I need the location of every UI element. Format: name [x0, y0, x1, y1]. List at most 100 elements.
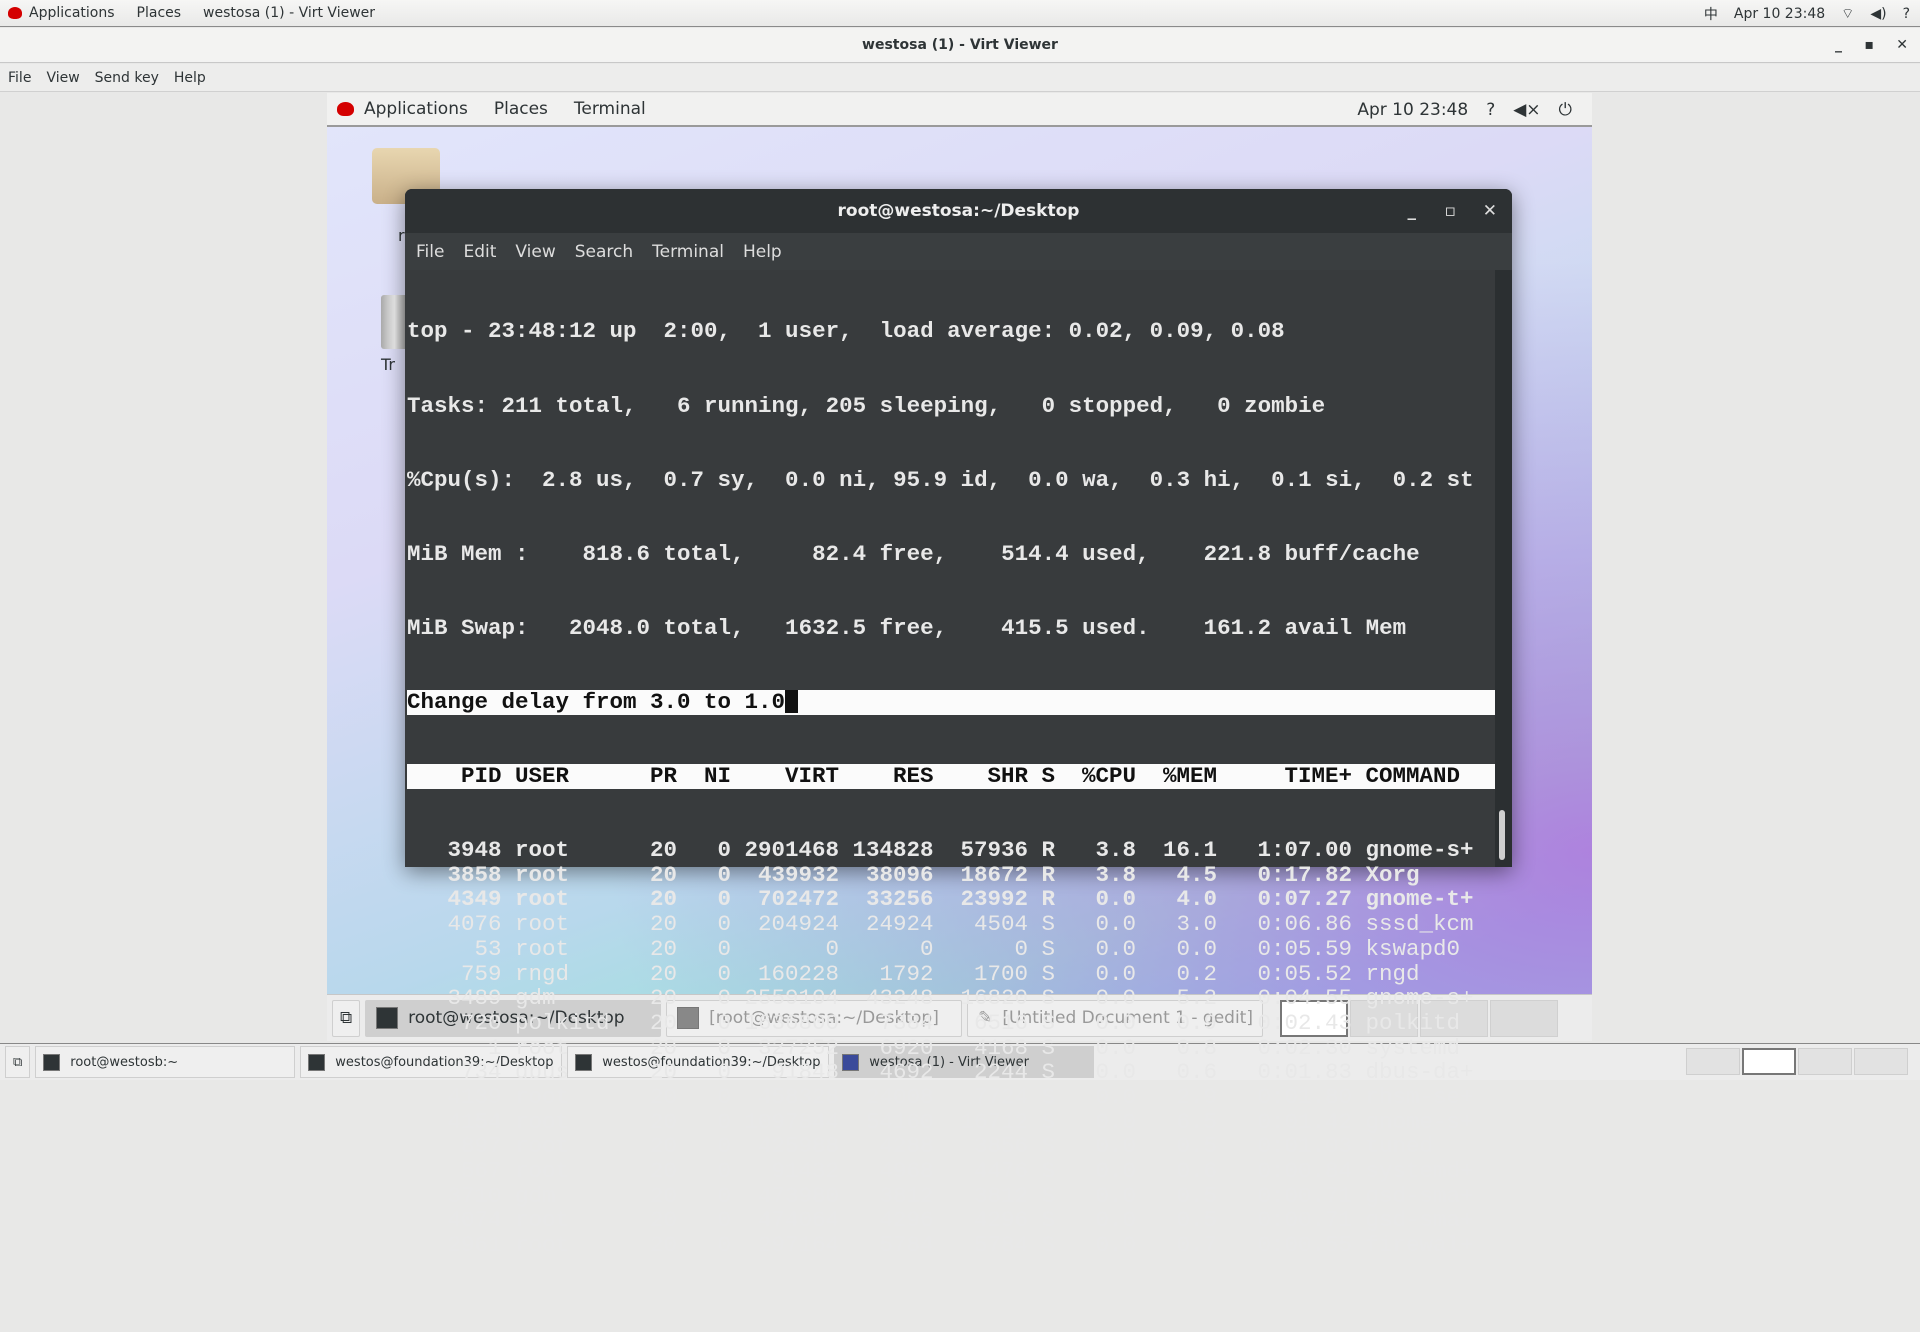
- terminal-menubar: File Edit View Search Terminal Help: [405, 233, 1512, 270]
- viewer-menu-view[interactable]: View: [46, 70, 79, 86]
- show-desktop-button[interactable]: ⧉: [332, 999, 361, 1037]
- workspace-2[interactable]: [1742, 1048, 1796, 1075]
- close-button[interactable]: ✕: [1483, 189, 1497, 233]
- close-button[interactable]: ✕: [1896, 28, 1908, 63]
- cell-res: 4968: [879, 1158, 934, 1184]
- cell-user: polkitd: [515, 1009, 610, 1036]
- host-places-menu[interactable]: Places: [137, 5, 182, 21]
- terminal-window[interactable]: root@westosa:~/Desktop _ ▫ ✕ File Edit V…: [405, 189, 1512, 1257]
- minimize-button[interactable]: _: [1408, 189, 1417, 233]
- workspace-4[interactable]: [1490, 999, 1559, 1037]
- network-unknown-icon[interactable]: ?: [1486, 100, 1495, 120]
- cell-shr: 4296: [974, 1207, 1029, 1234]
- minimize-button[interactable]: _: [1835, 28, 1842, 63]
- cell-pr: 20: [650, 1059, 678, 1086]
- viewer-menu-send-key[interactable]: Send key: [95, 70, 159, 86]
- cell-virt: 702472: [758, 886, 840, 913]
- cell-state: R: [1041, 861, 1056, 888]
- cell-cpu: 0.0: [1095, 1158, 1137, 1184]
- volume-icon[interactable]: ◀): [1870, 6, 1886, 22]
- process-row: 3489 gdm 20 0 2559104 43248 16820 S 0.0 5.2 0:04.5…: [407, 986, 1495, 1011]
- cell-res: 54160: [866, 1108, 934, 1135]
- workspace-3[interactable]: [1798, 1048, 1852, 1075]
- cell-time: 0:00.71: [1257, 1207, 1353, 1234]
- cell-state: S: [1041, 1009, 1056, 1036]
- cell-pr: 20: [650, 1133, 678, 1160]
- viewer-menu-file[interactable]: File: [8, 70, 31, 86]
- terminal-icon: [376, 1007, 399, 1029]
- cell-mem: 5.2: [1176, 985, 1218, 1012]
- cell-res: RES: [893, 762, 934, 789]
- scrollbar[interactable]: [1499, 810, 1505, 860]
- cell-time: 0:00.84: [1257, 1158, 1353, 1184]
- maximize-button[interactable]: ▪: [1865, 28, 1875, 63]
- guest-applications-menu[interactable]: Applications: [364, 99, 468, 119]
- terminal-output[interactable]: top - 23:48:12 up 2:00, 1 user, load ave…: [405, 270, 1505, 1257]
- cell-pid: 4154: [447, 1108, 502, 1135]
- terminal-title: root@westosa:~/Desktop: [837, 201, 1080, 221]
- viewer-menu-help[interactable]: Help: [174, 70, 206, 86]
- cell-pr: 20: [650, 935, 678, 962]
- workspace-4[interactable]: [1854, 1048, 1908, 1075]
- cell-pr: 20: [650, 960, 678, 987]
- cell-pid: 4074: [447, 1207, 502, 1234]
- host-active-window[interactable]: westosa (1) - Virt Viewer: [203, 5, 375, 21]
- host-applications-menu[interactable]: Applications: [29, 5, 115, 21]
- cell-user: root: [515, 1207, 570, 1234]
- terminal-titlebar[interactable]: root@westosa:~/Desktop _ ▫ ✕: [405, 189, 1512, 233]
- cell-cpu: 0.0: [1095, 1009, 1137, 1036]
- cell-ni: 0: [717, 1207, 732, 1234]
- cell-virt: 204924: [758, 911, 840, 938]
- terminal-menu-edit[interactable]: Edit: [463, 242, 496, 262]
- cell-res: 4296: [879, 1207, 934, 1234]
- cell-mem: 0.6: [1176, 1158, 1218, 1184]
- cell-cpu: 3.8: [1095, 861, 1137, 888]
- cell-res: 1792: [879, 960, 934, 987]
- cell-virt: 2559104: [744, 985, 840, 1012]
- guest-places-menu[interactable]: Places: [494, 99, 548, 119]
- cell-virt: 439932: [758, 861, 840, 888]
- cell-command: polkitd: [1365, 1009, 1461, 1036]
- terminal-menu-help[interactable]: Help: [743, 242, 782, 262]
- terminal-menu-file[interactable]: File: [416, 242, 444, 262]
- cell-cpu: 0.0: [1095, 1232, 1137, 1259]
- cell-shr: 16712: [960, 1108, 1029, 1135]
- delay-prompt[interactable]: Change delay from 3.0 to 1.0: [407, 690, 1495, 715]
- process-row: 1 root 20 0 327252 6920 4168 S 0.0 0.8 0:02.30 syst…: [407, 1034, 1495, 1061]
- power-icon[interactable]: ?: [1903, 6, 1910, 22]
- cell-user: USER: [515, 762, 570, 789]
- cell-pr: 20: [650, 1034, 678, 1061]
- guest-display[interactable]: Applications Places Terminal Apr 10 23:4…: [327, 93, 1592, 1257]
- terminal-menu-terminal[interactable]: Terminal: [652, 242, 724, 262]
- power-icon[interactable]: ⏻: [1559, 100, 1572, 120]
- maximize-button[interactable]: ▫: [1444, 189, 1456, 233]
- workspace-1[interactable]: [1686, 1048, 1740, 1075]
- cell-shr: 0: [1014, 935, 1029, 962]
- cell-user: rngd: [515, 960, 570, 987]
- cell-pid: 567: [460, 1158, 502, 1184]
- terminal-menu-view[interactable]: View: [515, 242, 555, 262]
- show-desktop-button[interactable]: ⧉: [5, 1046, 31, 1078]
- cell-res: 134828: [852, 837, 934, 864]
- cell-command: rhsm-se+: [1365, 1083, 1474, 1110]
- volume-muted-icon[interactable]: ◀×: [1513, 100, 1540, 120]
- guest-terminal-menu[interactable]: Terminal: [574, 99, 646, 119]
- cell-pr: PR: [650, 762, 678, 789]
- trash-icon[interactable]: Tr: [381, 295, 408, 374]
- wifi-icon[interactable]: ⌔: [1841, 5, 1854, 23]
- cell-virt: 473980: [758, 1182, 840, 1209]
- guest-clock[interactable]: Apr 10 23:48: [1357, 100, 1468, 120]
- cell-cpu: 0.0: [1095, 1059, 1137, 1086]
- process-row: 4074 root 20 0 474064 4296 4296 S 0.0 0.5 0:00.71 g…: [407, 1208, 1495, 1233]
- host-task-1[interactable]: root@westosb:~: [35, 1046, 296, 1078]
- cell-ni: NI: [704, 762, 732, 789]
- input-method-indicator[interactable]: 中: [1704, 4, 1718, 24]
- cell-cpu: 0.0: [1095, 886, 1137, 913]
- cell-virt: 160228: [758, 960, 840, 987]
- host-clock[interactable]: Apr 10 23:48: [1734, 6, 1825, 22]
- cell-res: 43248: [866, 985, 934, 1012]
- cell-res: 3812: [879, 1182, 934, 1209]
- terminal-menu-search[interactable]: Search: [575, 242, 633, 262]
- cell-cpu: 0.0: [1095, 1133, 1137, 1160]
- cell-command: gsd-sma+: [1365, 1207, 1474, 1234]
